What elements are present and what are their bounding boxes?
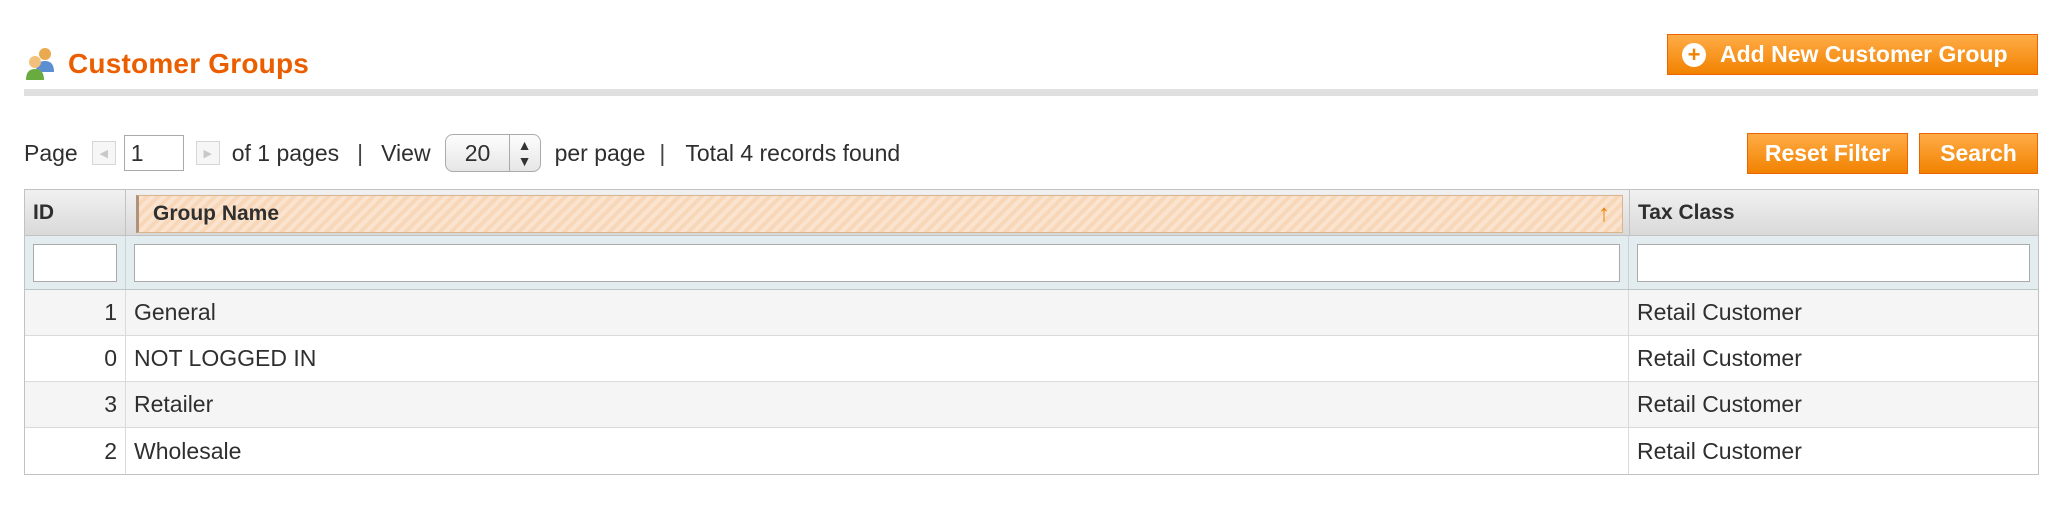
sort-asc-arrow-icon: ↑ [1598, 200, 1610, 227]
page-label: Page [24, 139, 78, 166]
arrow-left-icon[interactable]: ◀ [91, 141, 116, 165]
grid-header-row: ID Group Name ↑ Tax Class [25, 190, 2038, 236]
per-page-label: per page [554, 139, 646, 166]
cell-tax-class: Retail Customer [1637, 437, 1802, 464]
cell-group-name: Retailer [126, 382, 1629, 427]
grid-filter-row [25, 236, 2038, 290]
arrow-right-icon[interactable]: ▶ [195, 141, 220, 165]
column-header-tax-class[interactable]: Tax Class [1629, 190, 2038, 235]
cell-group-name: Wholesale [126, 428, 1629, 474]
customer-groups-grid: ID Group Name ↑ Tax Class 1 General Reta… [24, 189, 2039, 475]
add-new-customer-group-button[interactable]: + Add New Customer Group [1667, 34, 2038, 75]
pager-separator-2: | [659, 139, 666, 166]
header-divider [24, 89, 2038, 96]
cell-id: 0 [25, 336, 126, 381]
per-page-value: 20 [464, 139, 491, 166]
filter-cell-group-name [126, 236, 1629, 289]
page-number-input[interactable] [123, 135, 184, 171]
cell-tax-class: Retail Customer [1637, 391, 1802, 417]
page-title: Customer Groups [68, 48, 310, 79]
customer-groups-page: Customer Groups + Add New Customer Group… [0, 0, 2056, 510]
view-label: View [381, 139, 431, 166]
cell-tax-class: Retail Customer [1637, 345, 1802, 371]
filter-tax-class-input[interactable] [1637, 243, 2030, 282]
reset-filter-button[interactable]: Reset Filter [1747, 133, 1908, 174]
pager: Page ◀ ▶ of 1 pages | View 20 ▲▼ per pag… [24, 133, 900, 173]
add-button-label: Add New Customer Group [1720, 41, 2008, 67]
per-page-select[interactable]: 20 ▲ ▼ [444, 134, 541, 172]
filter-group-name-input[interactable] [134, 243, 1620, 282]
page-header: Customer Groups [24, 40, 309, 88]
cell-id: 3 [25, 382, 126, 427]
filter-cell-tax-class [1629, 236, 2038, 289]
column-header-group-name-label: Group Name [153, 202, 280, 225]
pager-separator: | [357, 139, 364, 166]
users-icon [26, 48, 54, 80]
column-header-group-name[interactable]: Group Name ↑ [136, 195, 1623, 233]
filter-id-input[interactable] [33, 243, 117, 282]
select-arrows-icon: ▲ ▼ [508, 135, 540, 171]
of-pages-text: of 1 pages [231, 139, 340, 166]
table-row[interactable]: 1 General Retail Customer [25, 290, 2038, 336]
total-records-text: Total 4 records found [685, 139, 901, 166]
cell-id: 1 [25, 290, 126, 335]
table-row[interactable]: 2 Wholesale Retail Customer [25, 428, 2038, 474]
column-header-id[interactable]: ID [25, 190, 126, 235]
cell-group-name: General [126, 290, 1629, 335]
cell-id: 2 [25, 428, 126, 474]
plus-circle-icon: + [1682, 42, 1706, 67]
search-button[interactable]: Search [1919, 133, 2038, 174]
cell-group-name: NOT LOGGED IN [126, 336, 1629, 381]
table-row[interactable]: 0 NOT LOGGED IN Retail Customer [25, 336, 2038, 382]
table-row[interactable]: 3 Retailer Retail Customer [25, 382, 2038, 428]
filter-cell-id [25, 236, 126, 289]
cell-tax-class: Retail Customer [1637, 299, 1802, 325]
